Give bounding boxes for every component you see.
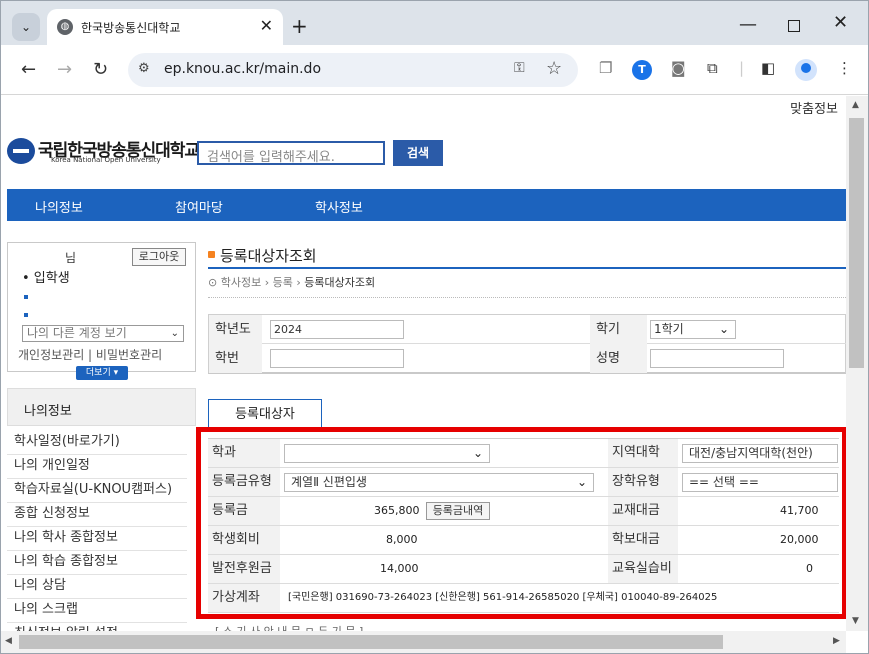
custom-info-link[interactable]: 맞춤정보 (790, 98, 838, 117)
sidebar-item-scrap[interactable]: 나의 스크랩 (7, 599, 187, 623)
page-viewport: 맞춤정보 국립한국방송통신대학교 Korea National Open Uni… (1, 96, 846, 631)
tab-strip: ⌄ ◍ 한국방송통신대학교 ✕ + — ✕ (1, 1, 868, 45)
scroll-up-icon[interactable]: ▲ (852, 100, 859, 110)
chevron-down-icon: ⌄ (20, 20, 32, 34)
url-text: ep.knou.ac.kr/main.do (164, 61, 322, 77)
main-navigation: 나의정보 참여마당 학사정보 (7, 189, 846, 221)
chevron-down-icon: ⌄ (718, 322, 729, 336)
sidebar-section-title: 나의정보 (24, 404, 72, 419)
sidebar-item-notifications[interactable]: 최신정보 알림 설정 (7, 623, 187, 631)
sidebar-section-header: 나의정보 (7, 388, 196, 426)
scroll-left-icon[interactable]: ◀ (5, 636, 12, 646)
user-info-box: 님 로그아웃 • 입학생 나의 다른 계정 보기 ⌄ 개인정보관리 | 비밀번호… (7, 242, 196, 372)
breadcrumb: ⊙ 학사정보 › 등록 › 등록대상자조회 (208, 274, 375, 290)
home-icon: ⊙ (208, 276, 221, 289)
search-button[interactable]: 검색 (393, 140, 443, 166)
tab-title: 한국방송통신대학교 (81, 21, 181, 35)
site-settings-icon[interactable]: ⚙ (138, 61, 150, 76)
scroll-right-icon[interactable]: ▶ (833, 636, 840, 646)
address-bar[interactable]: ⚙ ep.knou.ac.kr/main.do ⚿ ☆ (128, 53, 578, 87)
semester-value: 1학기 (654, 322, 684, 336)
sidebar-item-learning-materials[interactable]: 학습자료실(U-KNOU캠퍼스) (7, 479, 187, 503)
logo-emblem-icon (7, 138, 35, 164)
back-icon[interactable]: ← (21, 59, 36, 80)
highlight-box (196, 427, 846, 619)
side-panel-icon[interactable]: ◧ (761, 59, 775, 77)
other-account-label: 나의 다른 계정 보기 (27, 326, 127, 340)
reload-icon[interactable]: ↻ (93, 59, 108, 80)
sidebar-item-learning-info[interactable]: 나의 학습 종합정보 (7, 551, 187, 575)
sidebar-item-schedule[interactable]: 학사일정(바로가기) (7, 431, 187, 455)
breadcrumb-item[interactable]: 학사정보 (221, 276, 261, 289)
browser-tab[interactable]: ◍ 한국방송통신대학교 ✕ (47, 9, 283, 45)
breadcrumb-item[interactable]: 등록 (273, 276, 293, 289)
key-icon[interactable]: ⚿ (514, 60, 525, 76)
title-bullet-icon (208, 251, 215, 258)
logout-button[interactable]: 로그아웃 (132, 248, 186, 266)
year-input[interactable]: 2024 (270, 320, 404, 339)
sidebar-item-applications[interactable]: 종합 신청정보 (7, 503, 187, 527)
forward-icon[interactable]: → (57, 59, 72, 80)
more-menu-icon[interactable]: ⋮ (837, 59, 852, 77)
more-button[interactable]: 더보기 ▾ (76, 366, 128, 380)
search-filter-table: 학년도 2024 학기 1학기 ⌄ 학번 성명 (208, 314, 846, 374)
student-no-label: 학번 (209, 344, 262, 373)
logo-english-text: Korea National Open University (51, 156, 161, 164)
profile-avatar-icon[interactable] (795, 59, 817, 81)
search-input[interactable]: 검색어를 입력해주세요. (197, 141, 385, 165)
student-no-input[interactable] (270, 349, 404, 368)
tab-registration-targets[interactable]: 등록대상자 (208, 399, 322, 430)
page-title: 등록대상자조회 (220, 247, 317, 265)
nav-my-info[interactable]: 나의정보 (35, 197, 83, 216)
search-placeholder: 검색어를 입력해주세요. (207, 150, 335, 165)
toolbar-divider: | (739, 59, 745, 77)
user-role: • 입학생 (22, 271, 70, 286)
sidebar-item-academic-info[interactable]: 나의 학사 종합정보 (7, 527, 187, 551)
scroll-down-icon[interactable]: ▼ (852, 616, 859, 626)
sidebar-item-personal-schedule[interactable]: 나의 개인일정 (7, 455, 187, 479)
minimize-icon[interactable]: — (739, 14, 757, 35)
new-tab-button[interactable]: + (291, 14, 308, 38)
name-input[interactable] (650, 349, 784, 368)
globe-icon: ◍ (57, 19, 73, 35)
filter-row: 학번 성명 (209, 344, 846, 373)
nav-academic-info[interactable]: 학사정보 (315, 197, 363, 216)
vertical-scrollbar[interactable]: ▲ ▼ (846, 96, 868, 631)
dotted-divider (208, 297, 846, 298)
bullet-icon (24, 313, 28, 317)
tab-search-button[interactable]: ⌄ (12, 13, 40, 41)
browser-toolbar: ← → ↻ ⚙ ep.knou.ac.kr/main.do ⚿ ☆ ❐ T ◙ … (1, 45, 868, 95)
notice-text: [ 스 기 사 안 내 문 ㅁ 두 기 문 ] (215, 623, 363, 631)
vertical-scroll-thumb[interactable] (849, 118, 864, 368)
copy-icon[interactable]: ❐ (599, 59, 612, 77)
semester-label: 학기 (590, 315, 647, 344)
window-close-icon[interactable]: ✕ (833, 12, 848, 33)
sidebar-item-counseling[interactable]: 나의 상담 (7, 575, 187, 599)
horizontal-scroll-thumb[interactable] (19, 635, 723, 649)
other-account-select[interactable]: 나의 다른 계정 보기 ⌄ (22, 325, 184, 342)
name-label: 성명 (590, 344, 647, 373)
close-icon[interactable]: ✕ (260, 16, 273, 35)
star-icon[interactable]: ☆ (546, 58, 562, 79)
camera-icon[interactable]: ◙ (671, 59, 686, 77)
year-label: 학년도 (209, 315, 262, 344)
user-name: 님 (65, 251, 77, 265)
translate-extension-icon[interactable]: T (632, 60, 652, 80)
extensions-icon[interactable]: ⧉ (707, 59, 718, 77)
maximize-icon[interactable] (788, 20, 800, 32)
chevron-right-icon: › (264, 276, 273, 289)
semester-select[interactable]: 1학기 ⌄ (650, 320, 736, 339)
nav-participation[interactable]: 참여마당 (175, 197, 223, 216)
horizontal-scrollbar[interactable]: ◀ ▶ (1, 631, 846, 653)
title-divider (208, 267, 846, 269)
bullet-icon (24, 295, 28, 299)
chevron-down-icon: ⌄ (170, 328, 179, 339)
breadcrumb-current: 등록대상자조회 (304, 276, 376, 289)
filter-row: 학년도 2024 학기 1학기 ⌄ (209, 315, 846, 344)
account-links[interactable]: 개인정보관리 | 비밀번호관리 (18, 346, 162, 363)
